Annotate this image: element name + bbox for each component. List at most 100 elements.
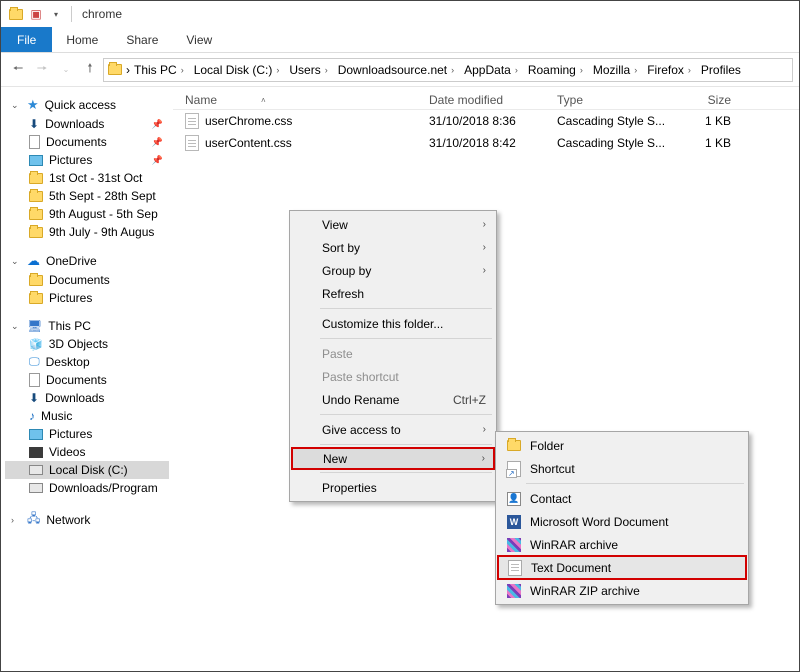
tab-share[interactable]: Share [112,27,172,52]
pin-icon: 📌 [152,119,163,130]
sidebar-item-local-disk[interactable]: Local Disk (C:) [5,461,169,479]
sidebar-item-downloads[interactable]: ⬇Downloads [5,389,169,407]
sidebar-item-downloads[interactable]: ⬇Downloads📌 [5,115,169,133]
folder-icon [29,191,43,202]
sidebar-item-music[interactable]: ♪Music [5,407,169,425]
expand-icon[interactable]: ⌄ [11,321,21,332]
sidebar-item[interactable]: 5th Sept - 28th Sept [5,187,169,205]
sidebar-item-pictures[interactable]: Pictures📌 [5,151,169,169]
folder-icon [29,293,43,304]
new-text-document[interactable]: Text Document [497,555,747,580]
forward-button[interactable]: 🠖 [31,59,53,81]
onedrive-header[interactable]: ⌄☁OneDrive [5,251,169,271]
new-winrar-zip[interactable]: WinRAR ZIP archive [498,579,746,602]
drive-icon [29,465,43,475]
pin-icon: 📌 [152,137,163,148]
downloads-icon: ⬇ [29,391,39,405]
col-name[interactable]: Name˄ [173,93,429,107]
properties-icon[interactable]: ▣ [27,5,45,23]
quick-access-header[interactable]: ⌄★Quick access [5,95,169,115]
sidebar-item[interactable]: Documents [5,271,169,289]
network-header[interactable]: ›🖧Network [5,507,169,532]
up-button[interactable]: 🠕 [79,59,101,81]
pictures-icon [29,429,43,440]
col-size[interactable]: Size [673,93,753,107]
sidebar-item[interactable]: Pictures [5,289,169,307]
column-headers[interactable]: Name˄ Date modified Type Size [173,91,799,110]
breadcrumb-segment[interactable]: AppData› [460,63,524,77]
menu-give-access[interactable]: Give access to› [292,418,494,441]
context-menu[interactable]: View› Sort by› Group by› Refresh Customi… [289,210,497,502]
breadcrumb-segment[interactable]: Profiles [697,63,745,77]
menu-undo-rename[interactable]: Undo RenameCtrl+Z [292,388,494,411]
menu-group-by[interactable]: Group by› [292,259,494,282]
menu-sort-by[interactable]: Sort by› [292,236,494,259]
separator [320,414,492,415]
folder-icon [29,227,43,238]
expand-icon[interactable]: › [11,515,21,525]
objects-icon: 🧊 [29,338,43,351]
desktop-icon: 🖵 [29,356,40,369]
quick-access-group: ⌄★Quick access ⬇Downloads📌 Documents📌 Pi… [5,95,169,241]
file-row[interactable]: userContent.css 31/10/2018 8:42 Cascadin… [173,132,799,154]
menu-properties[interactable]: Properties [292,476,494,499]
folder-icon [29,275,43,286]
menu-new[interactable]: New› [291,447,495,470]
breadcrumb-segment[interactable]: Roaming› [524,63,589,77]
menu-view[interactable]: View› [292,213,494,236]
sidebar-item-documents[interactable]: Documents📌 [5,133,169,151]
network-group: ›🖧Network [5,507,169,532]
menu-paste-shortcut: Paste shortcut [292,365,494,388]
navigation-pane[interactable]: ⌄★Quick access ⬇Downloads📌 Documents📌 Pi… [1,87,173,671]
new-submenu[interactable]: Folder Shortcut 👤Contact WMicrosoft Word… [495,431,749,605]
breadcrumb-segment[interactable]: Downloadsource.net› [334,63,460,77]
expand-icon[interactable]: ⌄ [11,256,21,267]
sidebar-item-videos[interactable]: Videos [5,443,169,461]
menu-refresh[interactable]: Refresh [292,282,494,305]
breadcrumb-segment[interactable]: Firefox› [643,63,697,77]
breadcrumb[interactable]: › This PC› Local Disk (C:)› Users› Downl… [103,58,793,82]
new-shortcut[interactable]: Shortcut [498,457,746,480]
folder-icon [29,209,43,220]
folder-icon [7,5,25,23]
downloads-icon: ⬇ [29,117,39,131]
sidebar-item[interactable]: 1st Oct - 31st Oct [5,169,169,187]
shortcut-icon [506,461,522,477]
back-button[interactable]: 🠔 [7,59,29,81]
shortcut-text: Ctrl+Z [453,393,486,407]
new-folder[interactable]: Folder [498,434,746,457]
folder-icon [108,64,122,75]
breadcrumb-segment[interactable]: Local Disk (C:)› [190,63,286,77]
tab-view[interactable]: View [172,27,226,52]
network-icon: 🖧 [27,509,40,530]
this-pc-header[interactable]: ⌄🖥This PC [5,317,169,335]
word-icon: W [506,514,522,530]
breadcrumb-segment[interactable]: Mozilla› [589,63,643,77]
sidebar-item-documents[interactable]: Documents [5,371,169,389]
file-row[interactable]: userChrome.css 31/10/2018 8:36 Cascading… [173,110,799,132]
sidebar-item[interactable]: 9th July - 9th Augus [5,223,169,241]
sidebar-item[interactable]: 9th August - 5th Sep [5,205,169,223]
document-icon [29,373,40,387]
breadcrumb-segment[interactable]: This PC› [130,63,190,77]
qat-dropdown-icon[interactable]: ▾ [47,5,65,23]
this-pc-group: ⌄🖥This PC 🧊3D Objects 🖵Desktop Documents… [5,317,169,497]
col-type[interactable]: Type [557,93,673,107]
videos-icon [29,447,43,458]
breadcrumb-segment[interactable]: Users› [285,63,333,77]
sidebar-item-3d[interactable]: 🧊3D Objects [5,335,169,353]
new-contact[interactable]: 👤Contact [498,487,746,510]
new-winrar[interactable]: WinRAR archive [498,533,746,556]
menu-customize[interactable]: Customize this folder... [292,312,494,335]
col-date[interactable]: Date modified [429,93,557,107]
recent-dropdown-icon[interactable]: ⌄ [55,59,77,81]
new-word-doc[interactable]: WMicrosoft Word Document [498,510,746,533]
pictures-icon [29,155,43,166]
tab-home[interactable]: Home [52,27,112,52]
chevron-right-icon: › [483,265,486,276]
expand-icon[interactable]: ⌄ [11,100,21,111]
sidebar-item-pictures[interactable]: Pictures [5,425,169,443]
sidebar-item-drive[interactable]: Downloads/Program [5,479,169,497]
sidebar-item-desktop[interactable]: 🖵Desktop [5,353,169,371]
tab-file[interactable]: File [1,27,52,52]
